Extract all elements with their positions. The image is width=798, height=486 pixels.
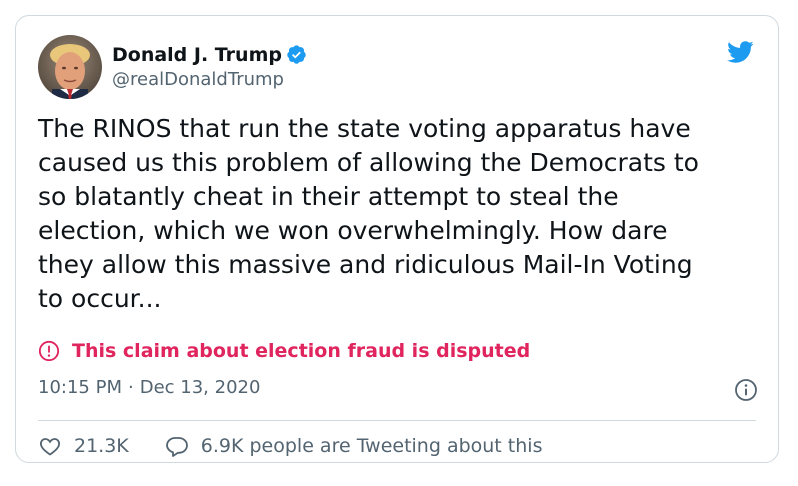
- disputed-notice[interactable]: This claim about election fraud is dispu…: [38, 340, 530, 362]
- display-name[interactable]: Donald J. Trump: [112, 43, 282, 67]
- heart-icon: [40, 438, 60, 456]
- timestamp-separator: ·: [127, 377, 134, 398]
- divider: [38, 420, 756, 421]
- disputed-label: This claim about election fraud is dispu…: [72, 340, 531, 362]
- author-names: Donald J. Trump @realDonaldTrump: [112, 43, 307, 92]
- name-row: Donald J. Trump: [112, 43, 307, 67]
- conversation-link[interactable]: 6.9K people are Tweeting about this: [165, 434, 543, 458]
- tweet-header: Donald J. Trump @realDonaldTrump: [38, 31, 307, 103]
- tweet-actions: 21.3K 6.9K people are Tweeting about thi…: [38, 434, 578, 458]
- like-count: 21.3K: [74, 435, 129, 457]
- tweet-text: The RINOS that run the state voting appa…: [38, 114, 699, 313]
- reply-bubble-icon: [165, 437, 188, 457]
- conversation-text: 6.9K people are Tweeting about this: [200, 435, 543, 457]
- handle[interactable]: @realDonaldTrump: [112, 68, 307, 92]
- verified-badge-icon: [286, 44, 307, 65]
- avatar[interactable]: [38, 35, 102, 99]
- like-button[interactable]: 21.3K: [38, 434, 129, 458]
- warning-icon: [38, 340, 60, 362]
- tweet-card[interactable]: Donald J. Trump @realDonaldTrump The RIN…: [15, 15, 779, 463]
- info-icon[interactable]: [734, 378, 758, 402]
- timestamp[interactable]: 10:15 PM · Dec 13, 2020: [38, 377, 260, 398]
- twitter-bird-icon[interactable]: [724, 38, 756, 66]
- tweet-time: 10:15 PM: [38, 377, 122, 398]
- tweet-date: Dec 13, 2020: [139, 377, 261, 398]
